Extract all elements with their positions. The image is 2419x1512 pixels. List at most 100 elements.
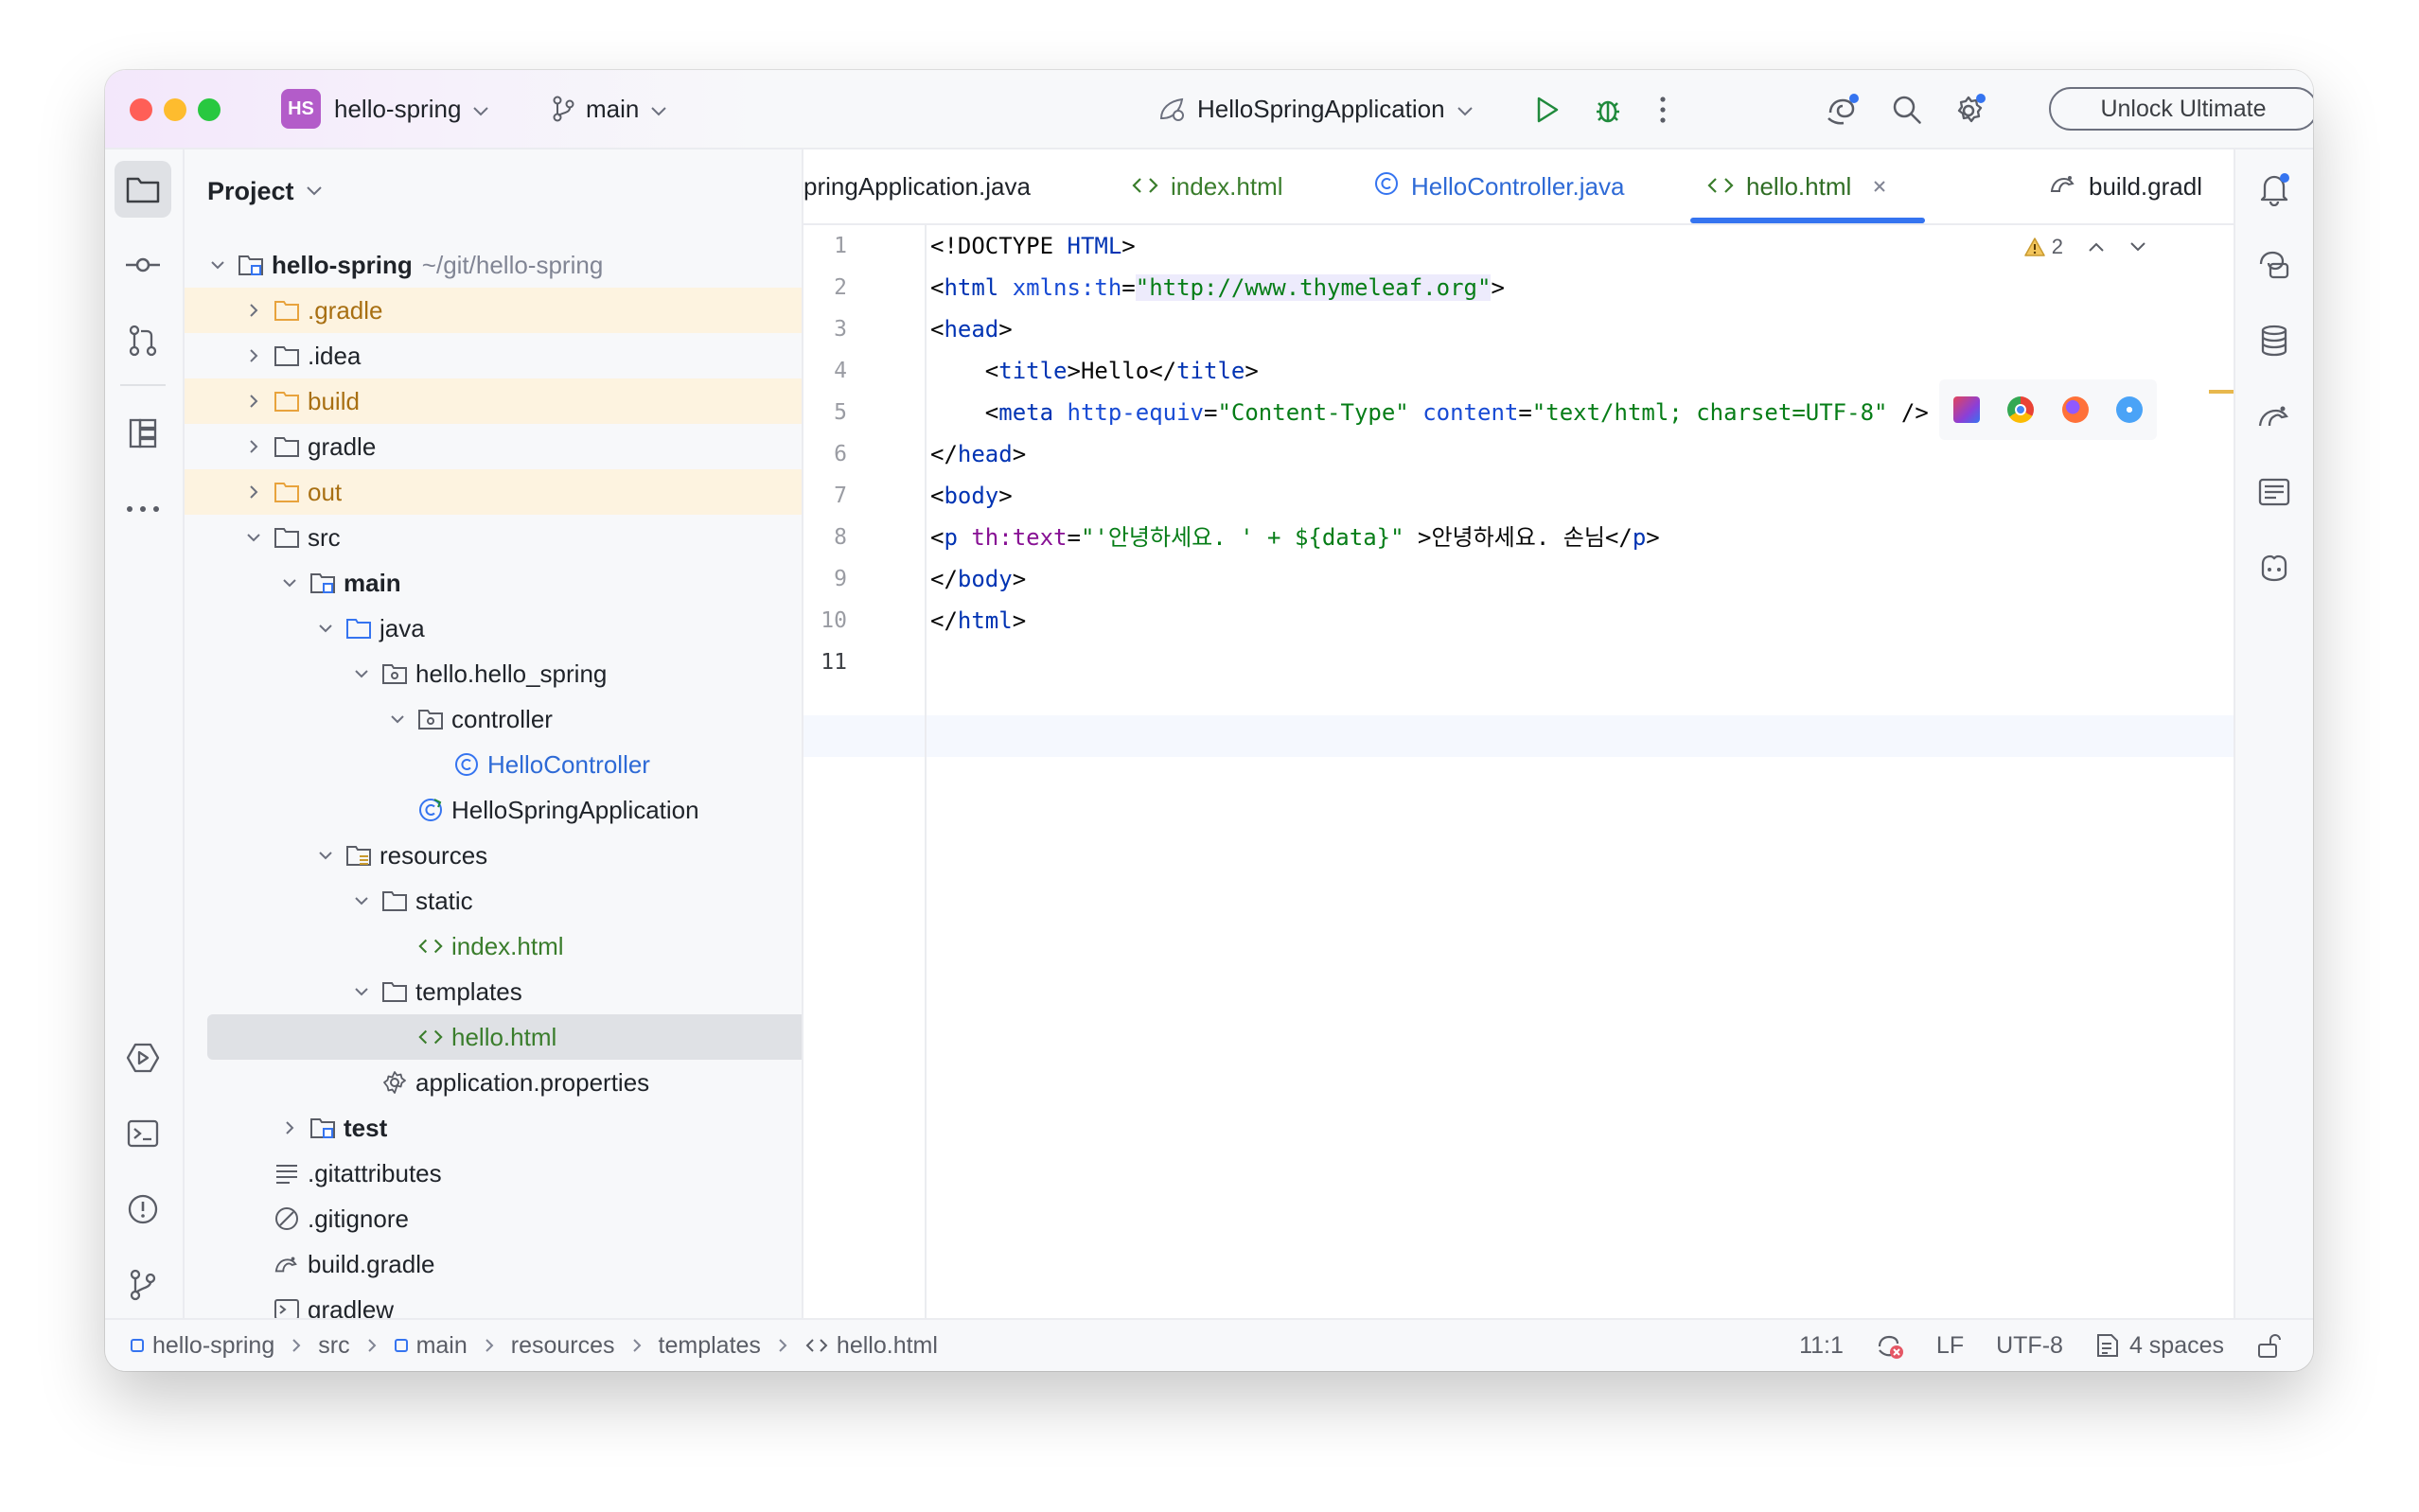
minimize-window-button[interactable]	[164, 98, 186, 121]
tab-hello-spring-application[interactable]: pringApplication.java	[803, 149, 1031, 223]
run-icon[interactable]	[1528, 91, 1566, 129]
tree-item[interactable]: gradlew	[185, 1287, 802, 1321]
tree-item-label: hello.html	[451, 1022, 557, 1051]
tree-item-label: templates	[415, 976, 522, 1006]
tree-item[interactable]: index.html	[185, 923, 802, 969]
tree-item[interactable]: controller	[185, 696, 802, 742]
more-tools-icon[interactable]	[115, 481, 171, 537]
tree-item[interactable]: build.gradle	[185, 1241, 802, 1287]
chevron-down-icon	[472, 95, 489, 124]
project-name: hello-spring	[334, 94, 462, 123]
tree-item[interactable]: .gitattributes	[185, 1151, 802, 1196]
ai-chat-icon[interactable]	[2246, 237, 2303, 293]
ai-assistant-icon[interactable]	[1822, 89, 1863, 131]
project-folder-icon[interactable]	[115, 161, 171, 218]
maximize-window-button[interactable]	[198, 98, 221, 121]
terminal-icon[interactable]	[115, 1105, 171, 1162]
database-icon[interactable]	[2246, 312, 2303, 369]
tree-item[interactable]: HelloController	[185, 742, 802, 787]
breadcrumb-item[interactable]: src	[318, 1332, 349, 1360]
tree-item[interactable]: .gitignore	[185, 1196, 802, 1241]
indent-setting[interactable]: 4 spaces	[2095, 1332, 2224, 1360]
safari-icon[interactable]	[2116, 396, 2144, 423]
project-panel-header[interactable]: Project	[207, 163, 323, 220]
run-config-selector[interactable]: HelloSpringApplication	[1157, 70, 1474, 148]
tree-root[interactable]: hello-spring ~/git/hello-spring	[185, 242, 802, 288]
warning-icon	[2023, 237, 2046, 257]
commit-icon[interactable]	[115, 237, 171, 293]
no-ai-icon[interactable]	[1876, 1331, 1904, 1360]
gradle-tool-icon[interactable]	[2246, 388, 2303, 445]
branch-switcher[interactable]: main	[552, 70, 667, 148]
breadcrumb-item[interactable]: main	[416, 1332, 468, 1360]
breadcrumb-item[interactable]: templates	[659, 1332, 761, 1360]
git-icon[interactable]	[115, 1257, 171, 1313]
warning-count: 2	[2051, 235, 2063, 258]
chevron-down-icon	[205, 260, 230, 270]
pull-requests-icon[interactable]	[115, 312, 171, 369]
chrome-icon[interactable]	[2007, 396, 2035, 423]
tree-item[interactable]: test	[185, 1105, 802, 1151]
source-set-folder-icon	[309, 570, 336, 596]
tree-item-selected[interactable]: hello.html	[185, 1014, 802, 1060]
tree-item-label: main	[344, 568, 401, 597]
unlock-ultimate-button[interactable]: Unlock Ultimate	[2049, 87, 2313, 131]
problems-icon[interactable]	[115, 1181, 171, 1238]
previous-highlight-icon[interactable]	[2088, 241, 2105, 253]
tree-item[interactable]: main	[185, 560, 802, 606]
next-highlight-icon[interactable]	[2129, 241, 2146, 253]
firefox-icon[interactable]	[2061, 396, 2089, 423]
tab-hello-html[interactable]: hello.html	[1706, 149, 1887, 223]
breadcrumb-item[interactable]: hello-spring	[152, 1332, 274, 1360]
code-line: </body>	[930, 566, 1027, 592]
close-window-button[interactable]	[130, 98, 152, 121]
tree-item[interactable]: .idea	[185, 333, 802, 378]
tree-item[interactable]: build	[185, 378, 802, 424]
tab-index-html[interactable]: index.html	[1131, 149, 1283, 223]
more-actions-icon[interactable]	[1653, 91, 1672, 129]
tree-item[interactable]: application.properties	[185, 1060, 802, 1105]
file-encoding[interactable]: UTF-8	[1996, 1332, 2063, 1360]
lock-open-icon[interactable]	[2256, 1332, 2281, 1359]
breadcrumb-item[interactable]: hello.html	[837, 1332, 938, 1360]
tab-label: pringApplication.java	[803, 171, 1031, 201]
tree-item[interactable]: static	[185, 878, 802, 923]
settings-gear-icon[interactable]	[1949, 89, 1990, 131]
copilot-icon[interactable]	[2246, 539, 2303, 596]
line-number: 2	[834, 275, 847, 300]
chevron-down-icon	[306, 185, 323, 197]
tree-item[interactable]: .gradle	[185, 288, 802, 333]
endpoints-icon[interactable]	[2246, 464, 2303, 520]
tree-item[interactable]: hello.hello_spring	[185, 651, 802, 696]
source-root-folder-icon	[345, 615, 372, 642]
breadcrumb: hello-spring src main resources template…	[130, 1332, 938, 1360]
tree-item[interactable]: resources	[185, 833, 802, 878]
structure-icon[interactable]	[115, 405, 171, 462]
tree-item-label: gradlew	[308, 1294, 395, 1321]
line-number-current: 11	[821, 650, 847, 675]
tree-item[interactable]: gradle	[185, 424, 802, 469]
tree-item[interactable]: java	[185, 606, 802, 651]
search-icon[interactable]	[1886, 89, 1928, 131]
tree-item[interactable]: templates	[185, 969, 802, 1014]
project-badge: HS	[281, 89, 321, 129]
intellij-preview-icon[interactable]	[1952, 396, 1980, 423]
services-run-icon[interactable]	[115, 1029, 171, 1086]
notifications-bell-icon[interactable]	[2246, 161, 2303, 218]
warning-stripe-marker[interactable]	[2209, 390, 2234, 394]
tree-item[interactable]: HelloSpringApplication	[185, 787, 802, 833]
tree-item[interactable]: src	[185, 515, 802, 560]
project-switcher[interactable]: HS hello-spring	[281, 70, 489, 148]
package-icon	[417, 706, 444, 732]
caret-position[interactable]: 11:1	[1799, 1332, 1844, 1360]
close-tab-icon[interactable]	[1872, 179, 1887, 194]
tree-item[interactable]: out	[185, 469, 802, 515]
breadcrumb-item[interactable]: resources	[511, 1332, 615, 1360]
chevron-right-icon	[291, 1332, 301, 1360]
git-branch-icon	[552, 96, 574, 122]
line-separator[interactable]: LF	[1936, 1332, 1964, 1360]
inspection-widget[interactable]: 2	[2023, 235, 2146, 259]
tab-hello-controller[interactable]: HelloController.java	[1373, 149, 1624, 223]
tab-build-gradle[interactable]: build.gradl	[2049, 149, 2202, 223]
debug-icon[interactable]	[1589, 91, 1627, 129]
